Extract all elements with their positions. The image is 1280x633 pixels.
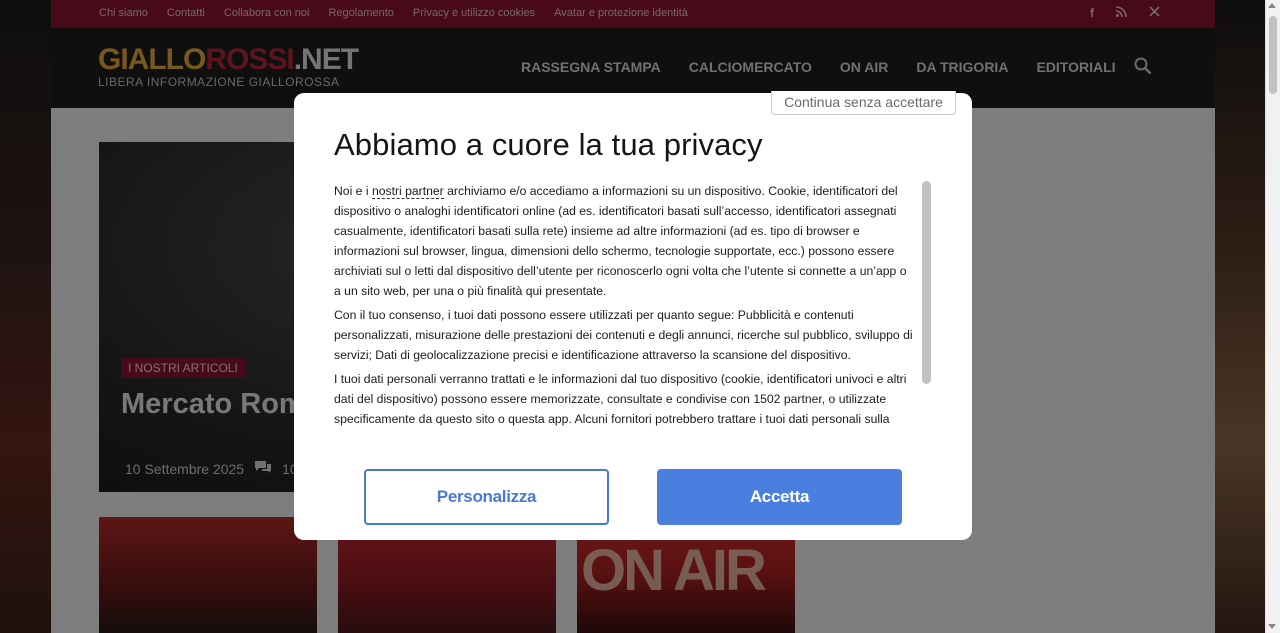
consent-paragraph: I tuoi dati personali verranno trattati … — [334, 372, 907, 426]
dialog-title: Abbiamo a cuore la tua privacy — [334, 127, 763, 162]
dialog-body[interactable]: Noi e i nostri partner archiviamo e/o ac… — [334, 181, 916, 431]
consent-paragraph: Con il tuo consenso, i tuoi dati possono… — [334, 308, 913, 362]
partners-link[interactable]: nostri partner — [371, 184, 444, 199]
dialog-scrollbar[interactable] — [922, 181, 931, 384]
scroll-up-arrow-icon[interactable] — [1268, 3, 1276, 8]
scroll-down-arrow-icon[interactable] — [1268, 624, 1276, 629]
page-scrollbar[interactable] — [1265, 0, 1280, 633]
privacy-consent-dialog: Continua senza accettare Abbiamo a cuore… — [294, 91, 972, 540]
page-scrollbar-thumb[interactable] — [1269, 16, 1277, 94]
continue-without-accepting-button[interactable]: Continua senza accettare — [771, 91, 956, 115]
customize-button[interactable]: Personalizza — [364, 469, 609, 525]
consent-paragraph: Noi e i nostri partner archiviamo e/o ac… — [334, 184, 907, 298]
accept-button[interactable]: Accetta — [657, 469, 902, 525]
